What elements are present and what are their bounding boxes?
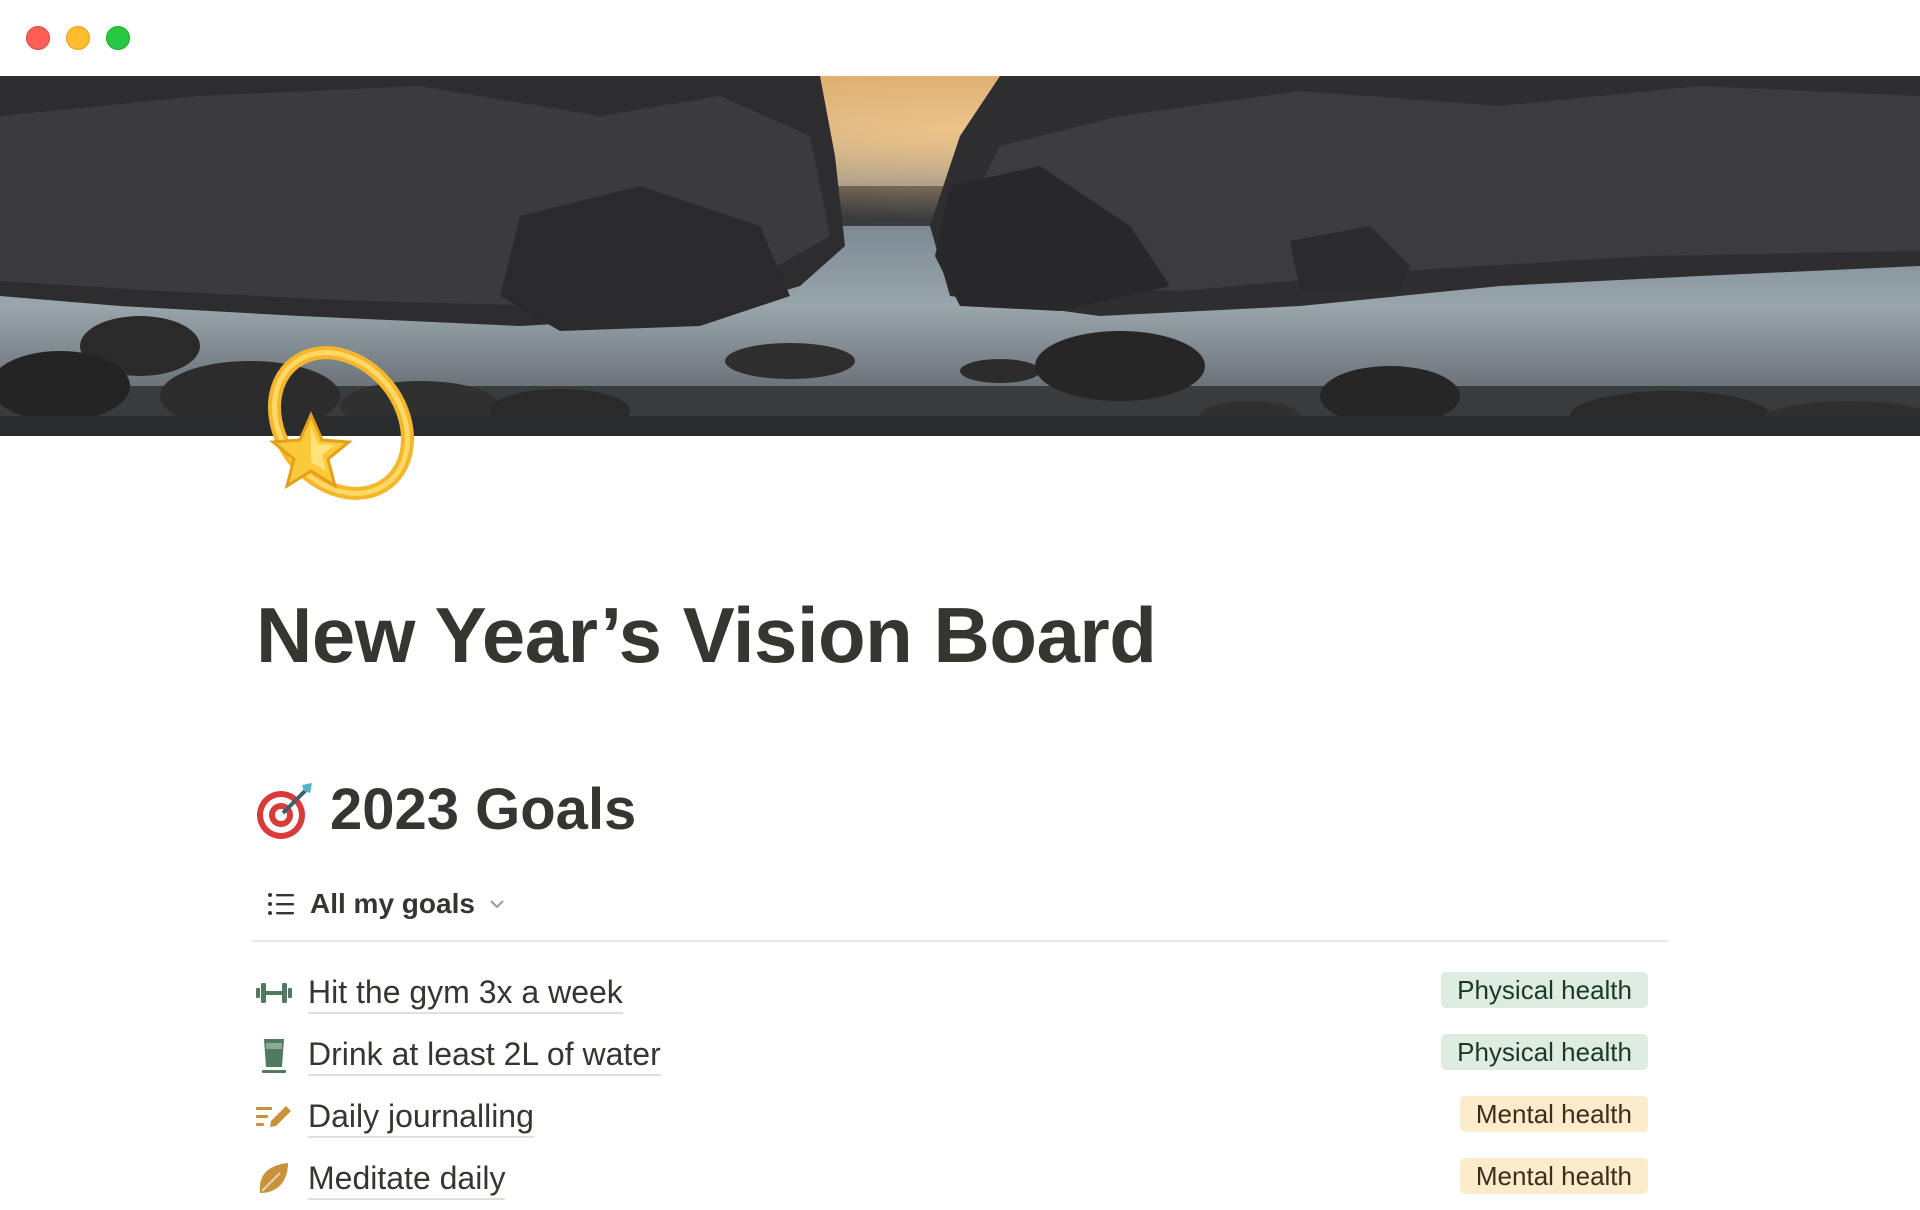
chevron-down-icon: [490, 900, 504, 909]
pencil-lines-icon: [252, 1095, 296, 1139]
list-item[interactable]: Drink at least 2L of water Physical heal…: [252, 1024, 1648, 1086]
window-minimize-button[interactable]: [66, 26, 90, 50]
list-icon: [268, 893, 294, 915]
view-label: All my goals: [310, 888, 475, 919]
view-selector[interactable]: All my goals: [266, 884, 507, 924]
window-titlebar: [0, 0, 1920, 76]
category-tag: Physical health: [1441, 972, 1648, 1008]
direct-hit-target-icon: [257, 783, 312, 839]
goal-title[interactable]: Drink at least 2L of water: [308, 1035, 661, 1076]
page-title[interactable]: New Year’s Vision Board: [256, 590, 1157, 680]
category-tag: Mental health: [1459, 1096, 1648, 1132]
window-maximize-button[interactable]: [106, 26, 130, 50]
goal-title[interactable]: Meditate daily: [308, 1159, 506, 1200]
window-close-button[interactable]: [26, 26, 50, 50]
leaf-icon: [252, 1157, 296, 1201]
goal-title[interactable]: Hit the gym 3x a week: [308, 973, 623, 1014]
section-heading-text: 2023 Goals: [330, 777, 637, 842]
dizzy-star-icon[interactable]: [256, 345, 416, 510]
list-item[interactable]: Meditate daily Mental health: [252, 1148, 1648, 1210]
glass-icon: [252, 1033, 296, 1077]
category-tag: Physical health: [1441, 1034, 1648, 1070]
list-item[interactable]: Daily journalling Mental health: [252, 1086, 1648, 1148]
list-item[interactable]: Hit the gym 3x a week Physical health: [252, 962, 1648, 1024]
dumbbell-icon: [252, 971, 296, 1015]
goals-list: Hit the gym 3x a week Physical health Dr…: [252, 962, 1648, 1210]
section-heading: 2023 Goals: [254, 775, 636, 845]
view-divider: [252, 940, 1668, 942]
category-tag: Mental health: [1459, 1158, 1648, 1194]
goal-title[interactable]: Daily journalling: [308, 1097, 534, 1138]
